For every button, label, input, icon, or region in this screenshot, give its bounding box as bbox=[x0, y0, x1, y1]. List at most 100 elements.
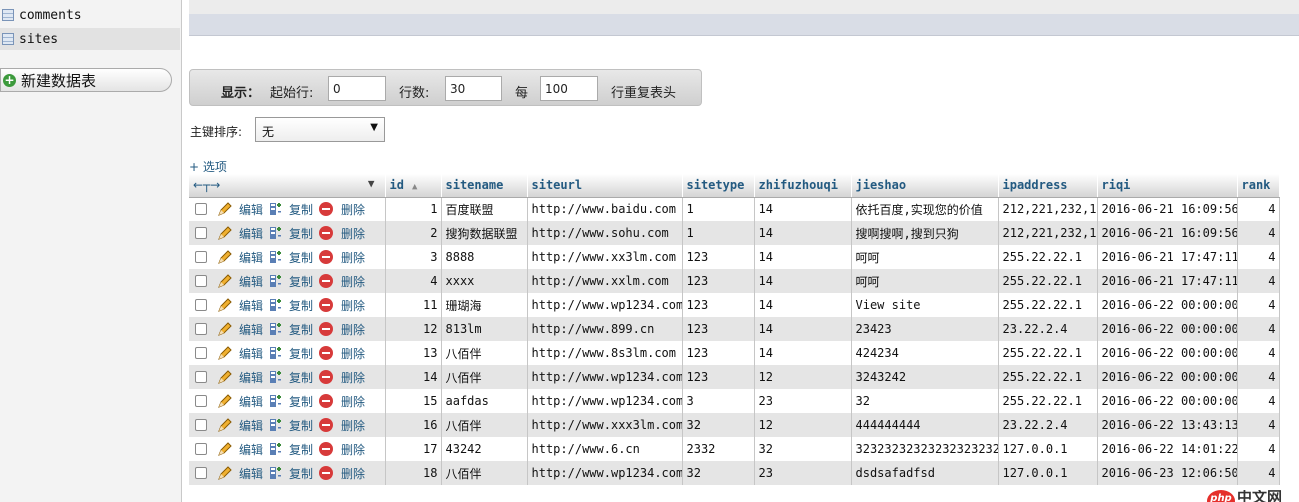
edit-link[interactable]: 编辑 bbox=[239, 371, 263, 385]
row-checkbox[interactable] bbox=[195, 323, 207, 335]
column-header-sitename[interactable]: sitename bbox=[441, 174, 528, 198]
cell-rank[interactable]: 4 bbox=[1237, 221, 1280, 245]
edit-pencil-icon[interactable] bbox=[217, 273, 233, 289]
row-checkbox[interactable] bbox=[195, 251, 207, 263]
cell-siteurl[interactable]: http://www.baidu.com bbox=[527, 197, 683, 221]
delete-icon[interactable] bbox=[319, 346, 334, 360]
edit-link[interactable]: 编辑 bbox=[239, 227, 263, 241]
cell-sitename[interactable]: xxxx bbox=[441, 269, 528, 293]
cell-siteurl[interactable]: http://www.8s3lm.com bbox=[527, 341, 683, 365]
copy-link[interactable]: 复制 bbox=[289, 443, 313, 457]
row-checkbox[interactable] bbox=[195, 347, 207, 359]
cell-siteurl[interactable]: http://www.sohu.com bbox=[527, 221, 683, 245]
row-checkbox[interactable] bbox=[195, 419, 207, 431]
cell-id[interactable]: 14 bbox=[385, 365, 442, 389]
edit-link[interactable]: 编辑 bbox=[239, 275, 263, 289]
cell-ipaddress[interactable]: 23.22.2.4 bbox=[998, 413, 1098, 437]
delete-link[interactable]: 删除 bbox=[341, 203, 365, 217]
copy-link[interactable]: 复制 bbox=[289, 419, 313, 433]
cell-riqi[interactable]: 2016-06-21 17:47:11 bbox=[1097, 245, 1238, 269]
cell-siteurl[interactable]: http://www.wp1234.com bbox=[527, 293, 683, 317]
cell-sitetype[interactable]: 1 bbox=[682, 221, 755, 245]
cell-riqi[interactable]: 2016-06-22 00:00:00 bbox=[1097, 317, 1238, 341]
columns-dropdown-icon[interactable]: ▼ bbox=[368, 177, 375, 190]
cell-jieshao[interactable]: 23423 bbox=[851, 317, 999, 341]
cell-zhifuzhouqi[interactable]: 14 bbox=[754, 317, 852, 341]
edit-link[interactable]: 编辑 bbox=[239, 323, 263, 337]
cell-id[interactable]: 12 bbox=[385, 317, 442, 341]
cell-id[interactable]: 4 bbox=[385, 269, 442, 293]
cell-riqi[interactable]: 2016-06-22 13:43:13 bbox=[1097, 413, 1238, 437]
delete-icon[interactable] bbox=[319, 370, 334, 384]
cell-riqi[interactable]: 2016-06-22 00:00:00 bbox=[1097, 341, 1238, 365]
copy-icon[interactable] bbox=[269, 297, 283, 313]
cell-id[interactable]: 1 bbox=[385, 197, 442, 221]
cell-jieshao[interactable]: 搜啊搜啊,搜到只狗 bbox=[851, 221, 999, 245]
copy-icon[interactable] bbox=[269, 369, 283, 385]
edit-pencil-icon[interactable] bbox=[217, 297, 233, 313]
cell-sitetype[interactable]: 123 bbox=[682, 341, 755, 365]
cell-jieshao[interactable]: 3243242 bbox=[851, 365, 999, 389]
cell-id[interactable]: 13 bbox=[385, 341, 442, 365]
edit-pencil-icon[interactable] bbox=[217, 345, 233, 361]
cell-sitename[interactable]: 8888 bbox=[441, 245, 528, 269]
row-checkbox[interactable] bbox=[195, 299, 207, 311]
cell-sitename[interactable]: aafdas bbox=[441, 389, 528, 413]
cell-ipaddress[interactable]: 127.0.0.1 bbox=[998, 461, 1098, 485]
delete-link[interactable]: 删除 bbox=[341, 347, 365, 361]
row-checkbox[interactable] bbox=[195, 395, 207, 407]
options-link[interactable]: + 选项 bbox=[189, 158, 227, 175]
cell-id[interactable]: 16 bbox=[385, 413, 442, 437]
delete-link[interactable]: 删除 bbox=[341, 299, 365, 313]
row-checkbox[interactable] bbox=[195, 227, 207, 239]
sidebar-table-sites[interactable]: sites bbox=[0, 28, 180, 50]
column-header-zhifuzhouqi[interactable]: zhifuzhouqi bbox=[754, 174, 852, 198]
delete-link[interactable]: 删除 bbox=[341, 419, 365, 433]
cell-sitename[interactable]: 珊瑚海 bbox=[441, 293, 528, 317]
cell-siteurl[interactable]: http://www.wp1234.com bbox=[527, 461, 683, 485]
row-checkbox[interactable] bbox=[195, 371, 207, 383]
column-header-rank[interactable]: rank bbox=[1237, 174, 1280, 198]
copy-icon[interactable] bbox=[269, 345, 283, 361]
delete-link[interactable]: 删除 bbox=[341, 395, 365, 409]
cell-riqi[interactable]: 2016-06-22 14:01:22 bbox=[1097, 437, 1238, 461]
cell-ipaddress[interactable]: 23.22.2.4 bbox=[998, 317, 1098, 341]
delete-link[interactable]: 删除 bbox=[341, 275, 365, 289]
cell-ipaddress[interactable]: 255.22.22.1 bbox=[998, 245, 1098, 269]
row-count-input[interactable] bbox=[445, 76, 502, 101]
edit-link[interactable]: 编辑 bbox=[239, 203, 263, 217]
edit-link[interactable]: 编辑 bbox=[239, 419, 263, 433]
copy-icon[interactable] bbox=[269, 225, 283, 241]
cell-ipaddress[interactable]: 255.22.22.1 bbox=[998, 341, 1098, 365]
copy-link[interactable]: 复制 bbox=[289, 395, 313, 409]
copy-link[interactable]: 复制 bbox=[289, 323, 313, 337]
delete-icon[interactable] bbox=[319, 394, 334, 408]
column-header-riqi[interactable]: riqi bbox=[1097, 174, 1238, 198]
copy-icon[interactable] bbox=[269, 273, 283, 289]
cell-zhifuzhouqi[interactable]: 14 bbox=[754, 245, 852, 269]
cell-zhifuzhouqi[interactable]: 23 bbox=[754, 461, 852, 485]
cell-zhifuzhouqi[interactable]: 14 bbox=[754, 341, 852, 365]
cell-id[interactable]: 3 bbox=[385, 245, 442, 269]
cell-riqi[interactable]: 2016-06-22 00:00:00 bbox=[1097, 365, 1238, 389]
edit-link[interactable]: 编辑 bbox=[239, 251, 263, 265]
copy-icon[interactable] bbox=[269, 441, 283, 457]
cell-riqi[interactable]: 2016-06-22 00:00:00 bbox=[1097, 293, 1238, 317]
cell-sitename[interactable]: 百度联盟 bbox=[441, 197, 528, 221]
delete-icon[interactable] bbox=[319, 322, 334, 336]
cell-zhifuzhouqi[interactable]: 14 bbox=[754, 221, 852, 245]
copy-link[interactable]: 复制 bbox=[289, 467, 313, 481]
delete-link[interactable]: 删除 bbox=[341, 227, 365, 241]
delete-icon[interactable] bbox=[319, 418, 334, 432]
edit-pencil-icon[interactable] bbox=[217, 417, 233, 433]
edit-link[interactable]: 编辑 bbox=[239, 443, 263, 457]
column-header-siteurl[interactable]: siteurl bbox=[527, 174, 683, 198]
copy-link[interactable]: 复制 bbox=[289, 251, 313, 265]
cell-ipaddress[interactable]: 127.0.0.1 bbox=[998, 437, 1098, 461]
cell-sitetype[interactable]: 32 bbox=[682, 413, 755, 437]
row-checkbox[interactable] bbox=[195, 203, 207, 216]
cell-zhifuzhouqi[interactable]: 14 bbox=[754, 197, 852, 221]
copy-icon[interactable] bbox=[269, 465, 283, 481]
cell-rank[interactable]: 4 bbox=[1237, 461, 1280, 485]
repeat-header-input[interactable] bbox=[540, 76, 598, 101]
